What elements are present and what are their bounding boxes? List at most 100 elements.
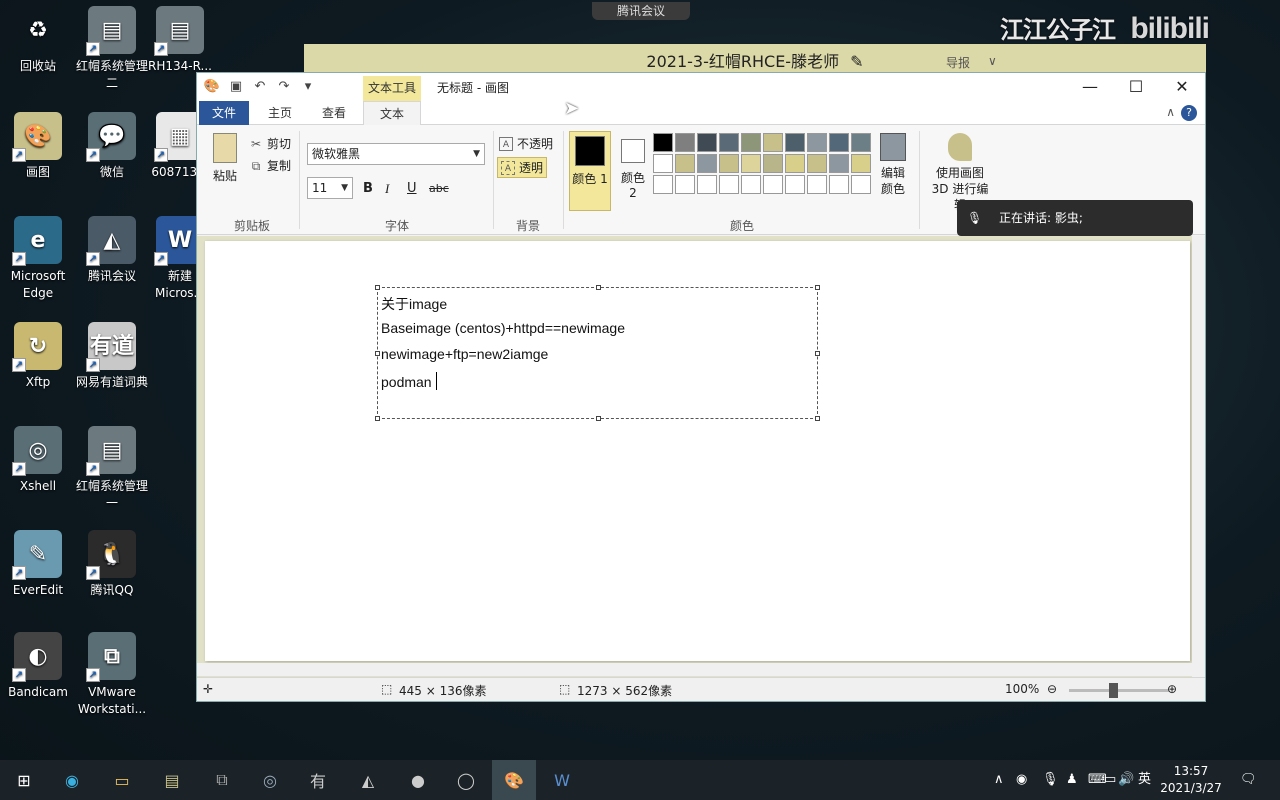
taskbar-app-icon[interactable]: ● [396, 760, 440, 800]
close-button[interactable]: ✕ [1159, 73, 1205, 101]
text-box[interactable]: 关于image Baseimage (centos)+httpd==newima… [375, 285, 820, 421]
resize-handle[interactable] [815, 285, 820, 290]
desktop-icon[interactable]: ✎ ↗ EverEdit [0, 530, 76, 599]
meeting-tab[interactable]: 腾讯会议 [592, 2, 690, 20]
desktop-icon[interactable]: ◐ ↗ Bandicam [0, 632, 76, 701]
zoom-in-icon[interactable]: ⊕ [1167, 682, 1177, 696]
color-swatch[interactable] [807, 133, 827, 152]
resize-handle[interactable] [375, 416, 380, 421]
resize-handle[interactable] [596, 285, 601, 290]
edit-colors-button[interactable]: 编辑颜色 [877, 133, 909, 197]
resize-handle[interactable] [815, 416, 820, 421]
color-swatch[interactable] [675, 175, 695, 194]
color-swatch[interactable] [719, 175, 739, 194]
underline-button[interactable]: U [407, 181, 417, 196]
cut-button[interactable]: ✂ 剪切 [249, 135, 291, 152]
color-swatch[interactable] [829, 154, 849, 173]
color-swatch[interactable] [829, 133, 849, 152]
font-size-select[interactable]: 11 ▼ [307, 177, 353, 199]
collapse-ribbon-icon[interactable]: ∧ [1166, 105, 1175, 119]
taskbar-obs-icon[interactable]: ◯ [444, 760, 488, 800]
desktop-icon[interactable]: ▤ ↗ RH134-R... [142, 6, 218, 75]
save-icon[interactable]: ▣ [227, 78, 245, 96]
notification-icon[interactable]: 🗨 [1240, 760, 1257, 800]
tray-volume-icon[interactable]: 🔊 [1118, 760, 1134, 800]
color-swatch[interactable] [785, 175, 805, 194]
color-swatch[interactable] [851, 175, 871, 194]
color-swatch[interactable] [741, 133, 761, 152]
desktop-icon[interactable]: ◭ ↗ 腾讯会议 [74, 216, 150, 285]
tab-home[interactable]: 主页 [255, 101, 305, 125]
desktop-icon[interactable]: ▤ ↗ 红帽系统管理二 [74, 6, 150, 92]
minimize-button[interactable]: — [1067, 73, 1113, 101]
tray-ime[interactable]: 英 [1138, 760, 1151, 800]
desktop-icon[interactable]: ↻ ↗ Xftp [0, 322, 76, 391]
desktop-icon[interactable]: e ↗ Microsoft Edge [0, 216, 76, 302]
color-swatch[interactable] [785, 154, 805, 173]
color-swatch[interactable] [653, 175, 673, 194]
undo-icon[interactable]: ↶ [251, 78, 269, 96]
paste-button[interactable]: 粘贴 [207, 133, 243, 184]
color-swatch[interactable] [829, 175, 849, 194]
taskbar-edge-icon[interactable]: ◉ [50, 760, 94, 800]
tab-file[interactable]: 文件 [199, 101, 249, 125]
zoom-slider-thumb[interactable] [1109, 683, 1118, 698]
start-button[interactable]: ⊞ [2, 760, 46, 800]
resize-handle[interactable] [375, 351, 380, 356]
taskbar-word-icon[interactable]: W [540, 760, 584, 800]
desktop-icon[interactable]: 💬 ↗ 微信 [74, 112, 150, 181]
color2-button[interactable]: 颜色 2 [617, 135, 649, 200]
redo-icon[interactable]: ↷ [275, 78, 293, 96]
drawing-canvas[interactable]: 关于image Baseimage (centos)+httpd==newima… [205, 241, 1190, 661]
desktop-icon[interactable]: ⧉ ↗ VMware Workstati... [74, 632, 150, 718]
tray-display-icon[interactable]: ▭ [1104, 760, 1116, 800]
edit-pencil-icon[interactable]: ✎ [850, 52, 863, 71]
desktop-icon[interactable]: 🐧 ↗ 腾讯QQ [74, 530, 150, 599]
color-swatch[interactable] [807, 175, 827, 194]
color-swatch[interactable] [653, 154, 673, 173]
desktop-icon[interactable]: ♻ 回收站 [0, 6, 76, 75]
color-swatch[interactable] [675, 154, 695, 173]
tray-chevron-icon[interactable]: ∧ [994, 760, 1004, 800]
customize-qat-icon[interactable]: ▾ [299, 78, 317, 96]
opaque-button[interactable]: A 不透明 [499, 135, 553, 152]
color-swatch[interactable] [851, 133, 871, 152]
italic-button[interactable]: I [385, 181, 389, 197]
taskbar-explorer-icon[interactable]: ▭ [100, 760, 144, 800]
color-swatch[interactable] [697, 133, 717, 152]
taskbar-xshell-icon[interactable]: ◎ [248, 760, 292, 800]
tray-clock[interactable]: 13:57 2021/3/27 [1158, 763, 1224, 797]
vertical-scrollbar[interactable] [1192, 236, 1205, 679]
tab-text[interactable]: 文本 [363, 101, 421, 126]
resize-handle[interactable] [375, 285, 380, 290]
taskbar-book-icon[interactable]: ▤ [150, 760, 194, 800]
desktop-icon[interactable]: 🎨 ↗ 画图 [0, 112, 76, 181]
zoom-slider-track[interactable] [1069, 689, 1169, 692]
color-swatch[interactable] [719, 133, 739, 152]
resize-handle[interactable] [596, 416, 601, 421]
horizontal-scrollbar[interactable] [197, 663, 1194, 676]
color-swatch[interactable] [697, 175, 717, 194]
color-swatch[interactable] [719, 154, 739, 173]
meeting-right-label[interactable]: 导报 [946, 54, 970, 71]
desktop-icon[interactable]: 有道 ↗ 网易有道词典 [74, 322, 150, 391]
strikethrough-button[interactable]: abc [429, 182, 449, 195]
font-family-select[interactable]: 微软雅黑 ▼ [307, 143, 485, 165]
tray-mic-icon[interactable]: 🎙 [1042, 760, 1059, 800]
resize-handle[interactable] [815, 351, 820, 356]
taskbar-youdao-icon[interactable]: 有 [296, 760, 340, 800]
meeting-dropdown-icon[interactable]: ∨ [988, 54, 997, 68]
desktop-icon[interactable]: ◎ ↗ Xshell [0, 426, 76, 495]
taskbar-paint-icon[interactable]: 🎨 [492, 760, 536, 800]
tab-view[interactable]: 查看 [309, 101, 359, 125]
color-swatch[interactable] [653, 133, 673, 152]
paint-app-icon[interactable]: 🎨 [203, 78, 221, 96]
color-swatch[interactable] [763, 175, 783, 194]
maximize-button[interactable]: ☐ [1113, 73, 1159, 101]
bold-button[interactable]: B [363, 181, 373, 196]
copy-button[interactable]: ⧉ 复制 [249, 157, 291, 174]
zoom-out-icon[interactable]: ⊖ [1047, 682, 1057, 696]
color-swatch[interactable] [675, 133, 695, 152]
tray-app-icon[interactable]: ◉ [1016, 760, 1027, 800]
taskbar-vmware-icon[interactable]: ⧉ [200, 760, 244, 800]
